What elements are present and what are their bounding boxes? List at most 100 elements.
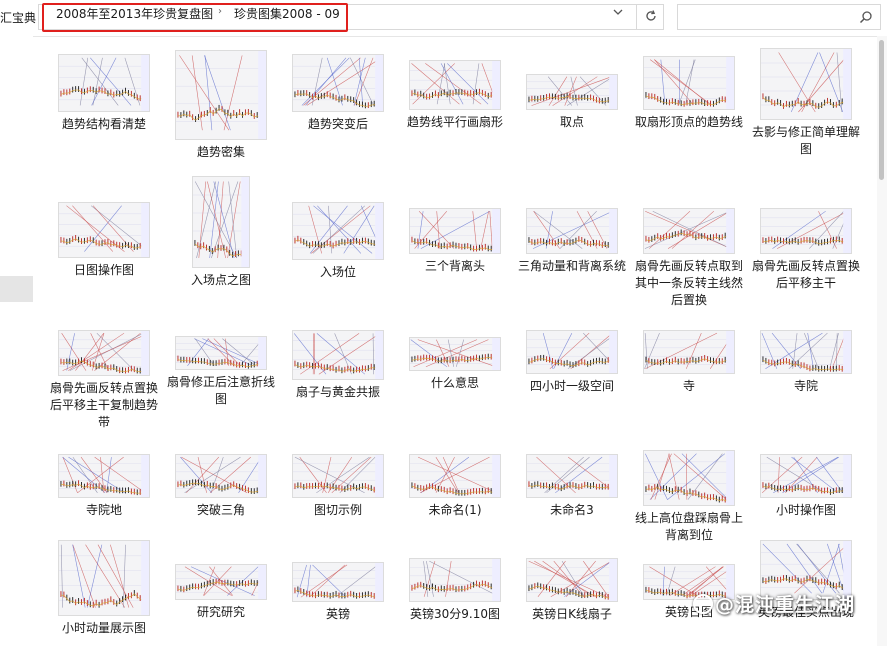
nav-pane-label[interactable]: 汇宝典 bbox=[0, 9, 36, 26]
image-thumbnail[interactable] bbox=[526, 74, 618, 110]
file-item[interactable]: 日图操作图 bbox=[46, 176, 162, 279]
file-label[interactable]: 小时操作图 bbox=[748, 502, 864, 519]
image-thumbnail[interactable] bbox=[760, 48, 852, 120]
file-item[interactable]: 扇骨先画反转点置换后平移主干 bbox=[748, 176, 864, 292]
image-thumbnail[interactable] bbox=[526, 558, 618, 602]
file-item[interactable]: 未命名3 bbox=[514, 450, 630, 519]
image-thumbnail[interactable] bbox=[175, 336, 267, 370]
file-label[interactable]: 扇骨先画反转点取到其中一条反转主线然后置换 bbox=[631, 258, 747, 309]
image-thumbnail[interactable] bbox=[175, 50, 267, 140]
image-thumbnail[interactable] bbox=[643, 330, 735, 374]
file-label[interactable]: 扇子与黄金共振 bbox=[280, 384, 396, 401]
file-item[interactable]: 突破三角 bbox=[163, 450, 279, 519]
file-item[interactable]: 英镑30分9.10图 bbox=[397, 540, 513, 623]
file-label[interactable]: 扇骨先画反转点置换后平移主干复制趋势带 bbox=[46, 380, 162, 431]
file-item[interactable]: 研究研究 bbox=[163, 540, 279, 621]
image-thumbnail[interactable] bbox=[643, 208, 735, 254]
file-item[interactable]: 线上高位盘踩扇骨上背离到位 bbox=[631, 450, 747, 544]
file-item[interactable]: 英镑日K线扇子 bbox=[514, 540, 630, 623]
file-item[interactable]: 取点 bbox=[514, 40, 630, 131]
image-thumbnail[interactable] bbox=[526, 330, 618, 374]
image-thumbnail[interactable] bbox=[192, 176, 250, 268]
image-thumbnail[interactable] bbox=[760, 330, 852, 374]
breadcrumb-item-current[interactable]: 珍贵图集2008 - 09 bbox=[234, 5, 340, 22]
file-item[interactable]: 未命名(1) bbox=[397, 450, 513, 519]
file-label[interactable]: 研究研究 bbox=[163, 604, 279, 621]
image-thumbnail[interactable] bbox=[409, 454, 501, 498]
file-item[interactable]: 趋势结构看清楚 bbox=[46, 40, 162, 133]
file-item[interactable]: 入场位 bbox=[280, 176, 396, 281]
image-thumbnail[interactable] bbox=[526, 208, 618, 254]
refresh-icon[interactable] bbox=[636, 4, 664, 30]
image-thumbnail[interactable] bbox=[526, 454, 618, 498]
file-label[interactable]: 趋势密集 bbox=[163, 144, 279, 161]
file-label[interactable]: 扇骨先画反转点置换后平移主干 bbox=[748, 258, 864, 292]
image-thumbnail[interactable] bbox=[760, 454, 852, 498]
scrollbar-thumb[interactable] bbox=[879, 40, 884, 180]
file-label[interactable]: 入场点之图 bbox=[163, 272, 279, 289]
image-thumbnail[interactable] bbox=[643, 56, 735, 110]
file-label[interactable]: 英镑 bbox=[280, 606, 396, 623]
file-item[interactable]: 小时动量展示图 bbox=[46, 540, 162, 637]
image-thumbnail[interactable] bbox=[58, 54, 150, 112]
file-label[interactable]: 三角动量和背离系统 bbox=[514, 258, 630, 275]
image-thumbnail[interactable] bbox=[643, 450, 735, 506]
image-thumbnail[interactable] bbox=[175, 564, 267, 600]
file-label[interactable]: 取扇形顶点的趋势线 bbox=[631, 114, 747, 131]
file-label[interactable]: 英镑日K线扇子 bbox=[514, 606, 630, 623]
file-label[interactable]: 趋势线平行画扇形 bbox=[397, 114, 513, 131]
file-item[interactable]: 四小时一级空间 bbox=[514, 330, 630, 395]
file-label[interactable]: 小时动量展示图 bbox=[46, 620, 162, 637]
image-thumbnail[interactable] bbox=[58, 202, 150, 258]
file-label[interactable]: 英镑30分9.10图 bbox=[397, 606, 513, 623]
file-label[interactable]: 寺院 bbox=[748, 378, 864, 395]
file-item[interactable]: 三角动量和背离系统 bbox=[514, 176, 630, 275]
file-item[interactable]: 英镑 bbox=[280, 540, 396, 623]
image-thumbnail[interactable] bbox=[58, 330, 150, 376]
file-item[interactable]: 扇子与黄金共振 bbox=[280, 330, 396, 401]
file-item[interactable]: 寺院地 bbox=[46, 450, 162, 519]
image-thumbnail[interactable] bbox=[292, 454, 384, 498]
file-item[interactable]: 寺 bbox=[631, 330, 747, 395]
file-item[interactable]: 三个背离头 bbox=[397, 176, 513, 275]
image-thumbnail[interactable] bbox=[292, 562, 384, 602]
file-label[interactable]: 寺 bbox=[631, 378, 747, 395]
chevron-down-icon[interactable] bbox=[608, 6, 628, 20]
image-thumbnail[interactable] bbox=[292, 202, 384, 260]
file-label[interactable]: 取点 bbox=[514, 114, 630, 131]
file-item[interactable]: 寺院 bbox=[748, 330, 864, 395]
file-label[interactable]: 日图操作图 bbox=[46, 262, 162, 279]
file-label[interactable]: 趋势突变后 bbox=[280, 116, 396, 133]
file-label[interactable]: 趋势结构看清楚 bbox=[46, 116, 162, 133]
file-label[interactable]: 三个背离头 bbox=[397, 258, 513, 275]
file-label[interactable]: 未命名(1) bbox=[397, 502, 513, 519]
file-label[interactable]: 线上高位盘踩扇骨上背离到位 bbox=[631, 510, 747, 544]
file-item[interactable]: 趋势线平行画扇形 bbox=[397, 40, 513, 131]
image-thumbnail[interactable] bbox=[409, 558, 501, 602]
nav-selected-item[interactable] bbox=[0, 276, 33, 302]
file-item[interactable]: 扇骨修正后注意折线图 bbox=[163, 330, 279, 408]
file-label[interactable]: 四小时一级空间 bbox=[514, 378, 630, 395]
image-thumbnail[interactable] bbox=[409, 337, 501, 371]
file-item[interactable]: 扇骨先画反转点取到其中一条反转主线然后置换 bbox=[631, 176, 747, 309]
breadcrumb-separator[interactable]: › bbox=[218, 6, 222, 17]
file-label[interactable]: 未命名3 bbox=[514, 502, 630, 519]
image-thumbnail[interactable] bbox=[175, 454, 267, 498]
file-label[interactable]: 寺院地 bbox=[46, 502, 162, 519]
image-thumbnail[interactable] bbox=[58, 454, 150, 498]
image-thumbnail[interactable] bbox=[760, 208, 852, 254]
file-item[interactable]: 趋势密集 bbox=[163, 40, 279, 161]
file-item[interactable]: 扇骨先画反转点置换后平移主干复制趋势带 bbox=[46, 330, 162, 431]
breadcrumb-item-parent[interactable]: 2008年至2013年珍贵复盘图 bbox=[56, 5, 213, 22]
file-item[interactable]: 趋势突变后 bbox=[280, 40, 396, 133]
image-thumbnail[interactable] bbox=[409, 208, 501, 254]
file-label[interactable]: 扇骨修正后注意折线图 bbox=[163, 374, 279, 408]
file-label[interactable]: 去影与修正简单理解图 bbox=[748, 124, 864, 158]
file-label[interactable]: 入场位 bbox=[280, 264, 396, 281]
image-thumbnail[interactable] bbox=[292, 330, 384, 380]
file-label[interactable]: 突破三角 bbox=[163, 502, 279, 519]
search-input[interactable] bbox=[677, 4, 881, 30]
file-item[interactable]: 入场点之图 bbox=[163, 176, 279, 289]
image-thumbnail[interactable] bbox=[409, 60, 501, 110]
file-item[interactable]: 小时操作图 bbox=[748, 450, 864, 519]
